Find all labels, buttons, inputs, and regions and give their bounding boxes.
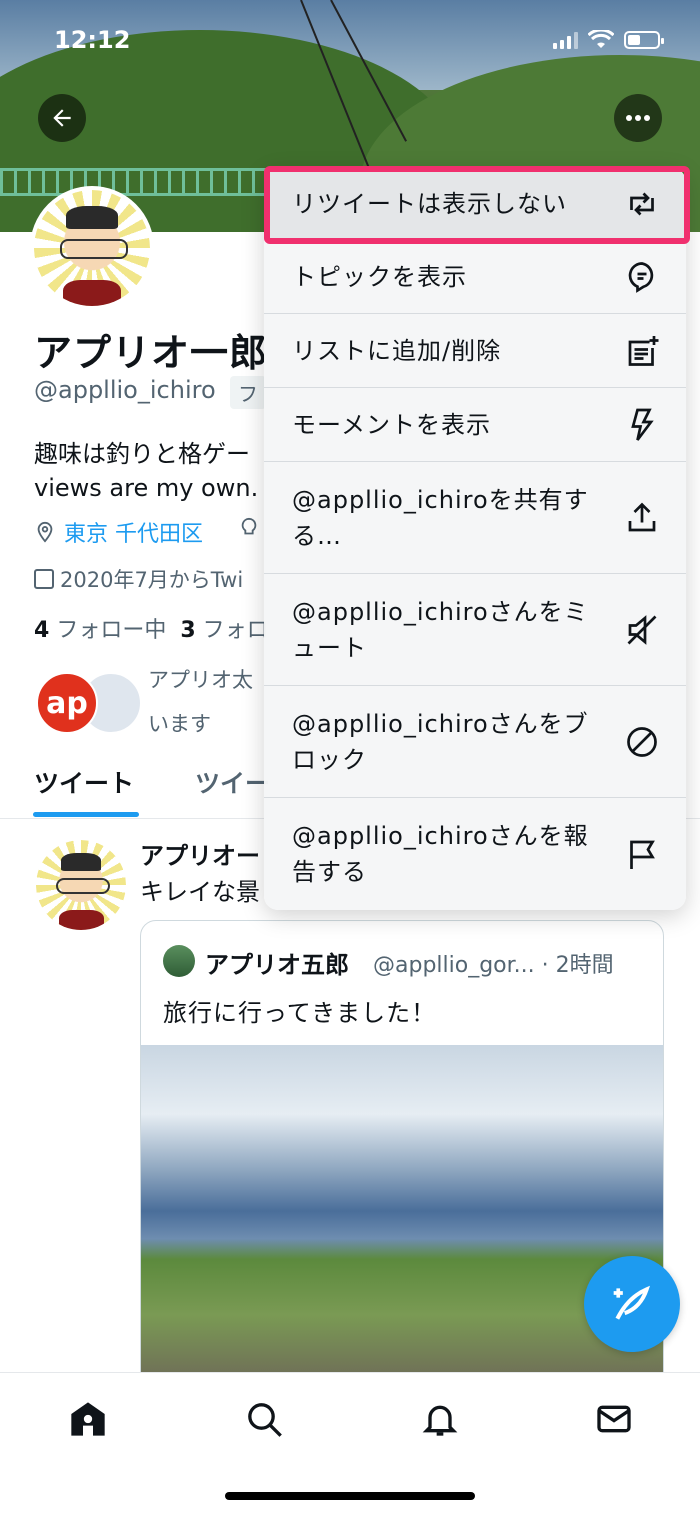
menu-item-label: @appllio_ichiroさんをミュート: [292, 597, 589, 662]
tweet-avatar[interactable]: [36, 840, 126, 930]
follower-avatar[interactable]: ap: [36, 672, 98, 734]
profile-avatar[interactable]: [30, 186, 154, 310]
follows-you-badge: フ: [230, 376, 266, 409]
tweet-text: キレイな景: [140, 878, 260, 906]
profile-handle: @appllio_ichiro: [34, 376, 216, 404]
menu-item-report[interactable]: @appllio_ichiroさんを報告する: [264, 798, 686, 910]
bio-line: views are my own.: [34, 474, 259, 502]
compose-feather-icon: [613, 1285, 651, 1320]
wifi-icon: [588, 30, 614, 48]
following-label: フォロー中: [56, 618, 167, 643]
quote-handle-time: @appllio_gor... · 2時間: [373, 953, 614, 978]
menu-item-view-topics[interactable]: トピックを表示: [264, 240, 686, 314]
quote-author: アプリオ五郎: [205, 951, 349, 979]
quote-tweet-card[interactable]: アプリオ五郎 @appllio_gor... · 2時間 旅行に行ってきました！: [140, 920, 664, 1390]
status-icons: [553, 30, 664, 50]
menu-item-mute[interactable]: @appllio_ichiroさんをミュート: [264, 574, 686, 686]
back-arrow-icon: [53, 109, 71, 127]
back-button[interactable]: [38, 94, 86, 142]
notifications-tab[interactable]: [418, 1397, 462, 1441]
menu-item-label: @appllio_ichiroを共有する…: [292, 485, 589, 550]
battery-icon: [624, 31, 664, 49]
flag-icon: [624, 836, 660, 872]
tab-tweets[interactable]: ツイート: [34, 764, 134, 800]
tweet-author[interactable]: アプリオー: [140, 836, 260, 871]
more-dots-icon: [626, 115, 650, 121]
mail-icon: [597, 1405, 631, 1433]
more-options-button[interactable]: [614, 94, 662, 142]
highlight-annotation: [264, 166, 690, 244]
home-indicator: [225, 1492, 475, 1500]
signal-icon: [553, 31, 578, 49]
location-row: 東京 千代田区: [34, 516, 203, 548]
home-tab[interactable]: [66, 1397, 110, 1441]
calendar-icon: [34, 569, 54, 589]
menu-item-label: @appllio_ichiroさんを報告する: [292, 822, 589, 886]
search-tab[interactable]: [242, 1397, 286, 1441]
compose-tweet-button[interactable]: [584, 1256, 680, 1352]
followers-label: フォロ: [202, 618, 269, 643]
tab-tweets-and-replies[interactable]: ツイー: [195, 764, 270, 800]
followed-by-text: アプリオ太: [148, 668, 253, 692]
joined-date: 2020年7月からTwi: [60, 568, 244, 592]
location-link[interactable]: 東京 千代田区: [64, 516, 203, 548]
joined-row: 2020年7月からTwi: [34, 564, 243, 594]
bell-icon: [422, 1405, 458, 1436]
location-pin-icon: [37, 521, 53, 543]
mute-icon: [624, 612, 660, 648]
bulb-icon: [238, 516, 260, 546]
menu-item-lists[interactable]: リストに追加/削除: [264, 314, 686, 388]
overflow-menu: リツイートは表示しない トピックを表示 リストに追加/削除 モーメントを表示 @…: [264, 168, 686, 910]
following-count: 4: [34, 618, 50, 643]
search-icon: [248, 1403, 282, 1437]
menu-item-label: リストに追加/削除: [292, 336, 502, 365]
menu-item-label: @appllio_ichiroさんをブロック: [292, 709, 589, 774]
block-icon: [624, 724, 660, 760]
topics-icon: [624, 259, 660, 295]
menu-item-block[interactable]: @appllio_ichiroさんをブロック: [264, 686, 686, 798]
messages-tab[interactable]: [592, 1397, 636, 1441]
bio-line: 趣味は釣りと格ゲー: [34, 440, 250, 468]
menu-item-label: モーメントを表示: [292, 410, 492, 439]
menu-item-moments[interactable]: モーメントを表示: [264, 388, 686, 462]
follow-counts[interactable]: 4 フォロー中 3 フォロ: [34, 612, 269, 644]
followed-by-text: います: [148, 712, 211, 736]
quote-image[interactable]: [141, 1045, 663, 1389]
quote-avatar: [163, 945, 195, 977]
share-icon: [624, 500, 660, 536]
profile-name: アプリオ一郎: [34, 331, 269, 375]
menu-item-share[interactable]: @appllio_ichiroを共有する…: [264, 462, 686, 574]
status-time: 12:12: [54, 26, 131, 54]
menu-item-label: トピックを表示: [292, 262, 467, 291]
lightning-icon: [624, 407, 660, 443]
quote-text: 旅行に行ってきました！: [163, 999, 437, 1027]
list-add-icon: [624, 333, 660, 369]
home-icon: [71, 1402, 105, 1436]
followers-count: 3: [180, 618, 196, 643]
active-tab-indicator: [33, 812, 139, 817]
